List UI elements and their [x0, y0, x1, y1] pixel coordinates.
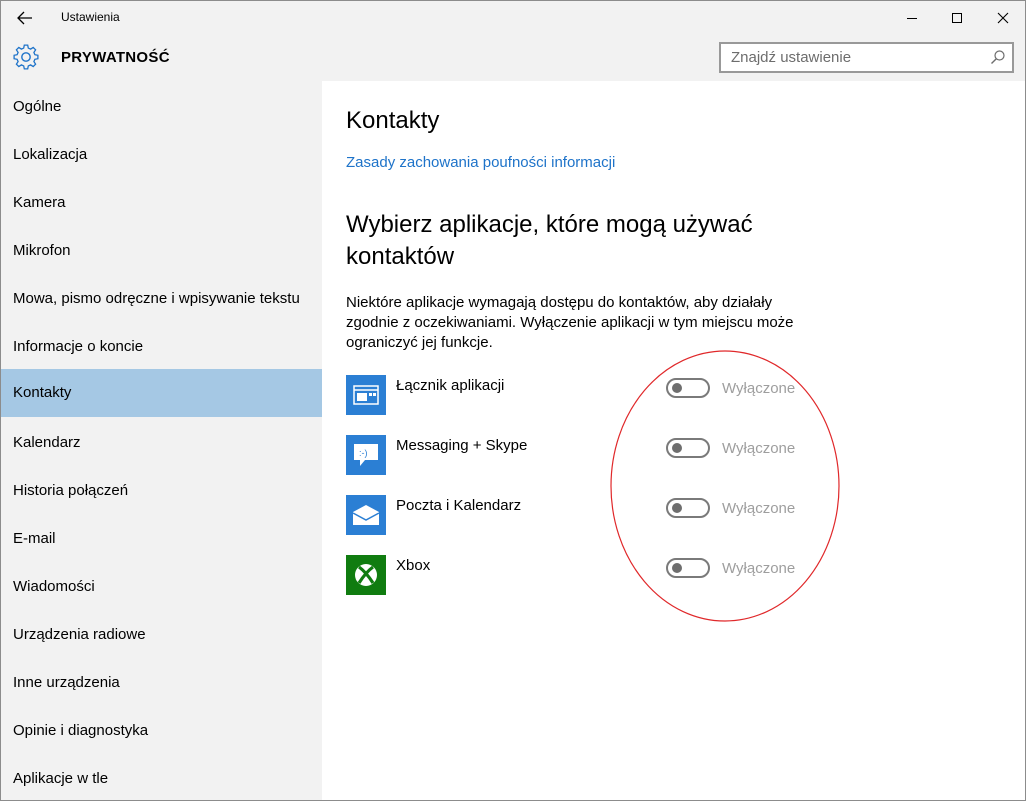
xbox-icon [346, 555, 386, 595]
search-box[interactable] [719, 42, 1014, 73]
app-row-xbox: Xbox Wyłączone [346, 555, 1006, 595]
sidebar-item-lokalizacja[interactable]: Lokalizacja [1, 131, 322, 179]
toggle-state-label: Wyłączone [722, 440, 796, 457]
sidebar-item-informacje-o-koncie[interactable]: Informacje o koncie [1, 323, 322, 371]
search-icon[interactable] [990, 49, 1006, 65]
sidebar-nav: Ogólne Lokalizacja Kamera Mikrofon Mowa,… [1, 81, 322, 800]
app-connector-icon [346, 375, 386, 415]
search-input[interactable] [721, 44, 981, 71]
maximize-button[interactable] [934, 1, 980, 34]
mail-calendar-toggle[interactable] [666, 498, 710, 518]
sidebar-item-kamera[interactable]: Kamera [1, 179, 322, 227]
sidebar-item-aplikacje-w-tle[interactable]: Aplikacje w tle [1, 755, 322, 800]
settings-window: Ustawienia PRYWATNOŚĆ Znajdź ustawienie … [0, 0, 1026, 801]
sidebar-item-email[interactable]: E-mail [1, 515, 322, 563]
toggle-knob [672, 503, 682, 513]
sidebar-item-historia-polaczen[interactable]: Historia połączeń [1, 467, 322, 515]
app-name: Xbox [396, 557, 431, 574]
privacy-policy-link[interactable]: Zasady zachowania poufności informacji [346, 154, 615, 171]
close-button[interactable] [980, 1, 1025, 34]
minimize-button[interactable] [889, 1, 935, 34]
app-row-mail-calendar: Poczta i Kalendarz Wyłączone [346, 495, 1006, 535]
app-name: Messaging + Skype [396, 437, 528, 454]
svg-text::-): :-) [359, 448, 368, 458]
toggle-knob [672, 443, 682, 453]
mail-icon [346, 495, 386, 535]
main-content: Kontakty Zasady zachowania poufności inf… [322, 81, 1025, 800]
sidebar-item-ogolne[interactable]: Ogólne [1, 83, 322, 131]
messaging-toggle[interactable] [666, 438, 710, 458]
sidebar-item-mowa[interactable]: Mowa, pismo odręczne i wpisywanie tekstu [1, 275, 322, 323]
section-heading: Wybierz aplikacje, które mogą używać kon… [346, 211, 753, 270]
messaging-icon: :-) [346, 435, 386, 475]
sidebar-item-kontakty[interactable]: Kontakty [1, 369, 322, 417]
sidebar-item-inne-urzadzenia[interactable]: Inne urządzenia [1, 659, 322, 707]
toggle-state-label: Wyłączone [722, 380, 796, 397]
back-button[interactable] [1, 1, 49, 34]
sidebar-item-kalendarz[interactable]: Kalendarz [1, 419, 322, 467]
gear-icon [13, 44, 39, 70]
xbox-toggle[interactable] [666, 558, 710, 578]
sidebar-item-opinie-i-diagnostyka[interactable]: Opinie i diagnostyka [1, 707, 322, 755]
app-name: Łącznik aplikacji [396, 377, 505, 394]
section-description: Niektóre aplikacje wymagają dostępu do k… [346, 294, 794, 351]
title-bar: Ustawienia [1, 1, 1025, 34]
toggle-state-label: Wyłączone [722, 500, 796, 517]
page-title: Kontakty [346, 107, 440, 134]
back-arrow-icon [17, 11, 32, 24]
toggle-state-label: Wyłączone [722, 560, 796, 577]
app-row-messaging: :-) Messaging + Skype Wyłączone [346, 435, 1006, 475]
app-row-app-connector: Łącznik aplikacji Wyłączone [346, 375, 1006, 415]
app-name: Poczta i Kalendarz [396, 497, 522, 514]
toggle-knob [672, 563, 682, 573]
maximize-icon [952, 12, 962, 23]
app-connector-toggle[interactable] [666, 378, 710, 398]
sidebar-item-urzadzenia-radiowe[interactable]: Urządzenia radiowe [1, 611, 322, 659]
toggle-knob [672, 383, 682, 393]
sidebar-item-wiadomosci[interactable]: Wiadomości [1, 563, 322, 611]
page-section-title: PRYWATNOŚĆ [61, 49, 170, 66]
close-icon [997, 12, 1009, 23]
window-title: Ustawienia [61, 10, 120, 24]
sidebar-item-mikrofon[interactable]: Mikrofon [1, 227, 322, 275]
settings-header: PRYWATNOŚĆ [1, 34, 1025, 81]
minimize-icon [907, 17, 917, 19]
